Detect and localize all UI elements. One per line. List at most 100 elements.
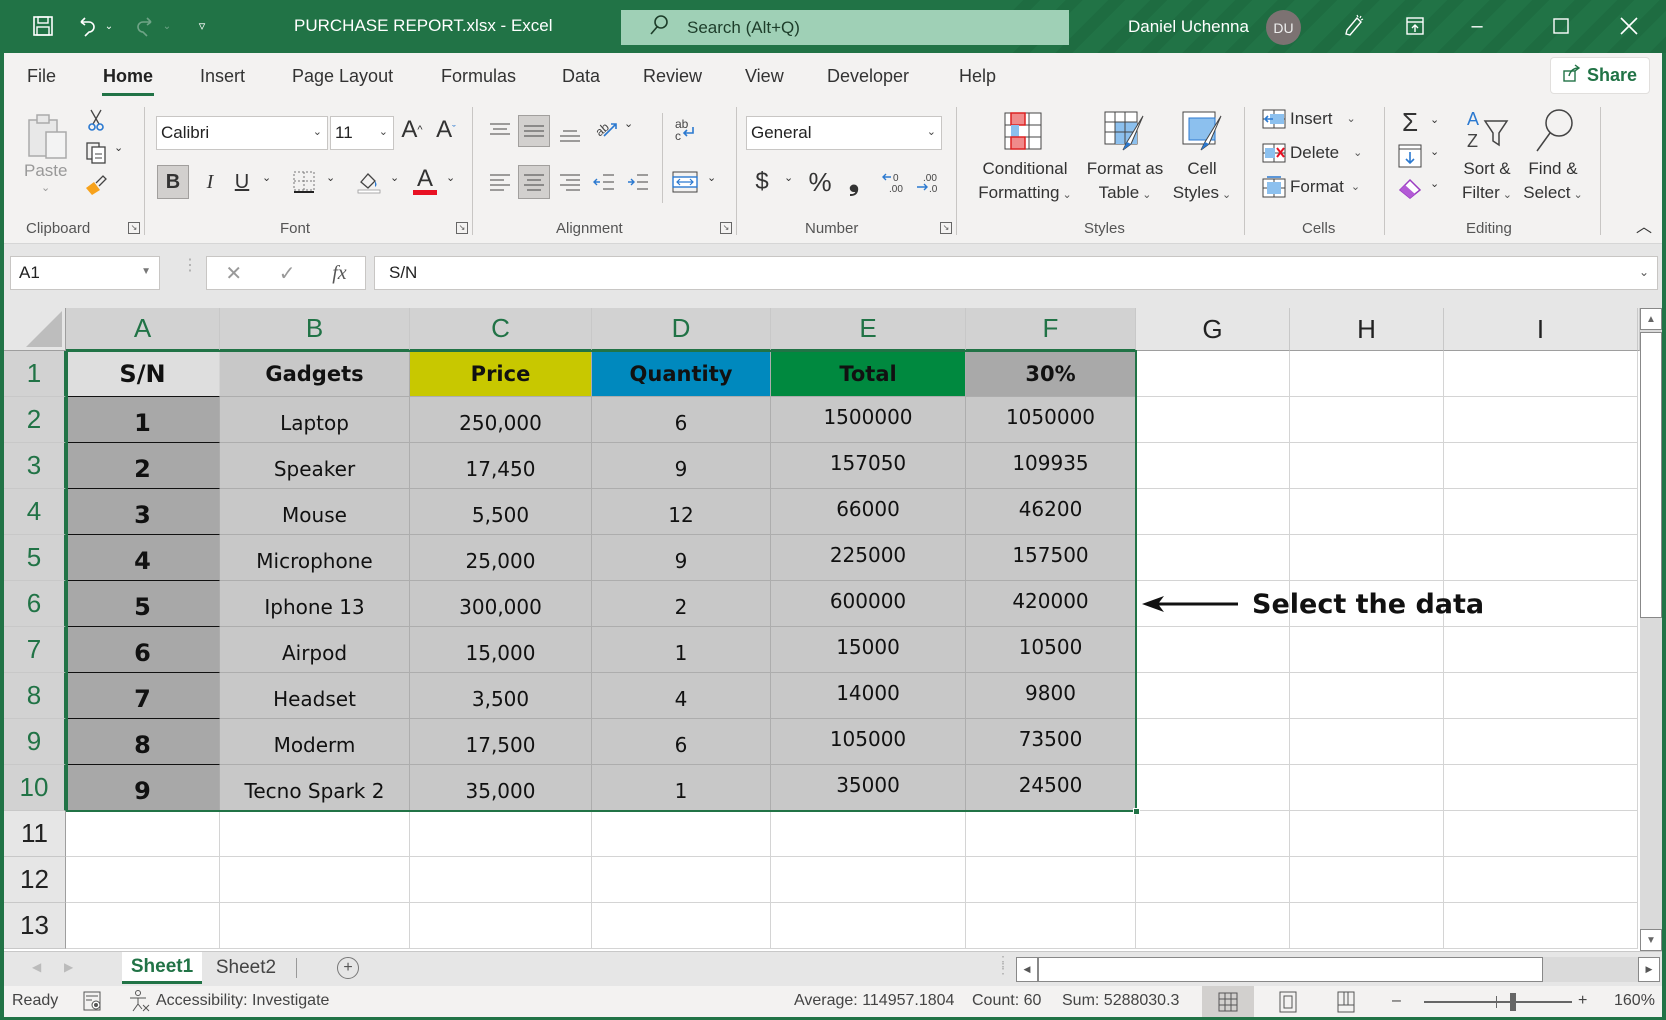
cell-d6[interactable]: 2 (592, 581, 771, 627)
column-header-i[interactable]: I (1444, 308, 1638, 351)
cell-e12[interactable] (771, 857, 966, 903)
cell-i11[interactable] (1444, 811, 1638, 857)
minimize-icon[interactable]: – (1462, 10, 1492, 42)
tab-formulas[interactable]: Formulas (441, 66, 516, 87)
cell-a13[interactable] (66, 903, 220, 949)
normal-view-icon[interactable] (1202, 986, 1254, 1017)
scroll-left-icon[interactable]: ◀ (1016, 957, 1038, 982)
cell-i5[interactable] (1444, 535, 1638, 581)
tab-help[interactable]: Help (959, 66, 996, 87)
formula-bar-splitter[interactable]: ⋮ (182, 258, 198, 274)
cell-h9[interactable] (1290, 719, 1444, 765)
comma-style-icon[interactable]: ❟ (842, 165, 866, 199)
zoom-out-button[interactable]: – (1392, 992, 1401, 1010)
vertical-scroll-thumb[interactable] (1640, 332, 1662, 618)
font-launcher-icon[interactable]: ↘ (456, 222, 468, 234)
orientation-dropdown-icon[interactable]: ⌄ (624, 117, 633, 132)
format-cells-button[interactable]: Format ⌄ (1262, 176, 1360, 199)
fill-dropdown-icon[interactable]: ⌄ (1430, 145, 1439, 160)
cell-e13[interactable] (771, 903, 966, 949)
avatar[interactable]: DU (1266, 10, 1301, 45)
formula-input[interactable]: S/N ⌄ (374, 256, 1658, 290)
cell-e2[interactable]: 1500000 (771, 397, 966, 443)
cell-a1[interactable]: S/N (66, 351, 220, 397)
cell-a5[interactable]: 4 (66, 535, 220, 581)
customize-qat-icon[interactable]: ▿ (192, 10, 212, 42)
autosum-icon[interactable]: Σ (1396, 107, 1424, 137)
sort-filter-icon[interactable]: AZ (1464, 107, 1512, 153)
cell-a12[interactable] (66, 857, 220, 903)
status-average[interactable]: Average: 114957.1804 (794, 992, 954, 1010)
align-right-icon[interactable] (556, 165, 584, 199)
align-center-icon[interactable] (518, 165, 550, 199)
cell-a11[interactable] (66, 811, 220, 857)
horizontal-scroll-thumb[interactable] (1038, 957, 1543, 982)
cell-f7[interactable]: 10500 (966, 627, 1136, 673)
wrap-text-icon[interactable]: ab c (670, 115, 700, 145)
cell-f8[interactable]: 9800 (966, 673, 1136, 719)
cell-a8[interactable]: 7 (66, 673, 220, 719)
row-header-2[interactable]: 2 (4, 397, 66, 443)
cell-i13[interactable] (1444, 903, 1638, 949)
cell-d12[interactable] (592, 857, 771, 903)
cell-e7[interactable]: 15000 (771, 627, 966, 673)
column-header-b[interactable]: B (220, 308, 410, 351)
page-layout-view-icon[interactable] (1262, 986, 1314, 1017)
cell-e9[interactable]: 105000 (771, 719, 966, 765)
cell-c4[interactable]: 5,500 (410, 489, 592, 535)
cell-i10[interactable] (1444, 765, 1638, 811)
cell-d11[interactable] (592, 811, 771, 857)
cell-c9[interactable]: 17,500 (410, 719, 592, 765)
tab-page-layout[interactable]: Page Layout (292, 66, 393, 87)
accessibility-icon[interactable] (128, 989, 152, 1018)
cell-b1[interactable]: Gadgets (220, 351, 410, 397)
cell-c12[interactable] (410, 857, 592, 903)
cell-c5[interactable]: 25,000 (410, 535, 592, 581)
autosum-dropdown-icon[interactable]: ⌄ (1430, 113, 1439, 128)
cell-e6[interactable]: 600000 (771, 581, 966, 627)
scroll-up-icon[interactable]: ▲ (1640, 308, 1662, 330)
cell-d9[interactable]: 6 (592, 719, 771, 765)
cell-f3[interactable]: 109935 (966, 443, 1136, 489)
cell-g8[interactable] (1136, 673, 1290, 719)
cell-b3[interactable]: Speaker (220, 443, 410, 489)
zoom-in-button[interactable]: + (1578, 992, 1587, 1010)
enter-icon[interactable]: ✓ (279, 261, 296, 286)
merge-center-icon[interactable] (670, 165, 700, 199)
cell-b11[interactable] (220, 811, 410, 857)
cell-g5[interactable] (1136, 535, 1290, 581)
cell-i7[interactable] (1444, 627, 1638, 673)
name-box[interactable]: A1 ▼ (10, 256, 160, 290)
paste-button[interactable]: Paste (24, 160, 67, 183)
cancel-icon[interactable]: ✕ (225, 261, 242, 286)
accessibility-status[interactable]: Accessibility: Investigate (156, 992, 329, 1010)
row-header-1[interactable]: 1 (4, 351, 66, 397)
cell-f2[interactable]: 1050000 (966, 397, 1136, 443)
save-icon[interactable] (28, 10, 58, 42)
column-header-e[interactable]: E (771, 308, 966, 351)
zoom-level[interactable]: 160% (1614, 992, 1655, 1010)
find-select-button[interactable]: Find & Select ⌄ (1518, 157, 1588, 207)
font-size-combo[interactable]: 11 ⌄ (330, 116, 394, 150)
column-header-g[interactable]: G (1136, 308, 1290, 351)
status-count[interactable]: Count: 60 (972, 992, 1041, 1010)
cell-i3[interactable] (1444, 443, 1638, 489)
cell-styles-button[interactable]: Cell Styles ⌄ (1166, 157, 1238, 207)
cell-b5[interactable]: Microphone (220, 535, 410, 581)
format-painter-icon[interactable] (82, 171, 110, 199)
cell-d3[interactable]: 9 (592, 443, 771, 489)
cell-g12[interactable] (1136, 857, 1290, 903)
cell-f9[interactable]: 73500 (966, 719, 1136, 765)
cell-f4[interactable]: 46200 (966, 489, 1136, 535)
tab-view[interactable]: View (745, 66, 784, 87)
cell-c2[interactable]: 250,000 (410, 397, 592, 443)
macro-recording-icon[interactable] (82, 990, 104, 1017)
cell-g4[interactable] (1136, 489, 1290, 535)
cell-e10[interactable]: 35000 (771, 765, 966, 811)
column-header-d[interactable]: D (592, 308, 771, 351)
column-header-c[interactable]: C (410, 308, 592, 351)
cell-c10[interactable]: 35,000 (410, 765, 592, 811)
cell-g13[interactable] (1136, 903, 1290, 949)
cell-b10[interactable]: Tecno Spark 2 (220, 765, 410, 811)
collapse-ribbon-icon[interactable]: ︿ (1634, 215, 1654, 236)
